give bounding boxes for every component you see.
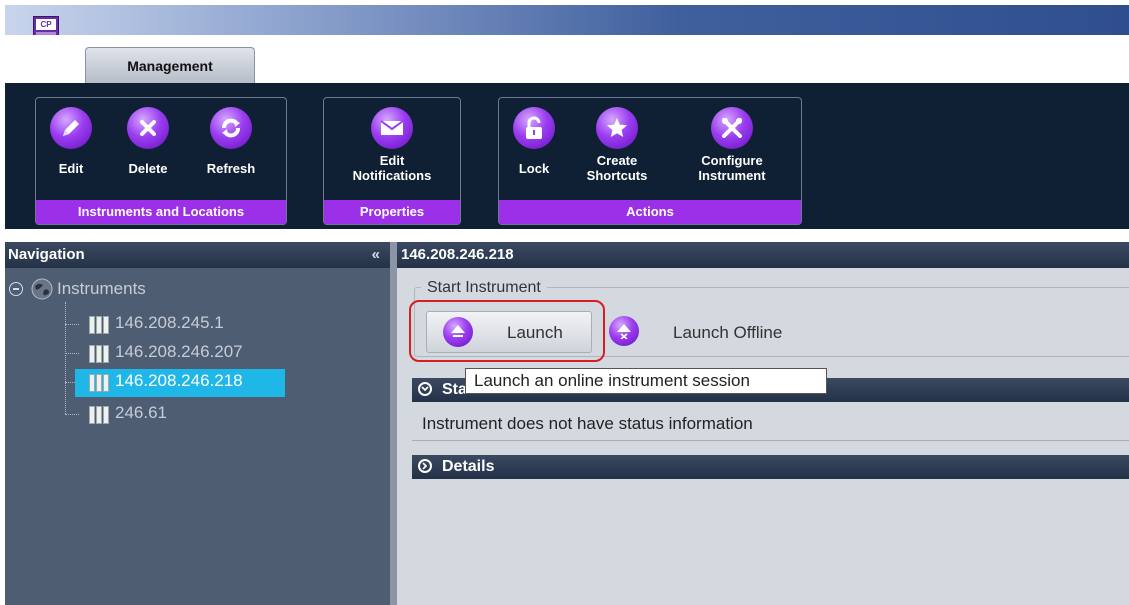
tree-collapse-icon[interactable] xyxy=(9,282,23,296)
tools-icon xyxy=(711,107,753,149)
globe-icon xyxy=(31,278,53,300)
title-bar xyxy=(5,5,1129,35)
navigation-panel: Navigation « Instruments 146.208.245.1 1… xyxy=(5,242,390,605)
instrument-icon xyxy=(89,315,111,335)
tree-item[interactable]: 146.208.245.1 xyxy=(81,312,281,338)
edit-button[interactable]: Edit xyxy=(36,102,106,194)
tree-item-label: 246.61 xyxy=(115,403,167,422)
tab-management[interactable]: Management xyxy=(85,47,255,83)
instrument-icon xyxy=(89,373,111,393)
ribbon: Edit Delete Refresh Instruments and Loca… xyxy=(5,83,1129,229)
expand-arrow-icon xyxy=(418,459,432,473)
start-instrument-legend: Start Instrument xyxy=(421,279,547,297)
edit-label: Edit xyxy=(58,161,84,176)
star-icon xyxy=(596,107,638,149)
group-title-actions: Actions xyxy=(499,200,801,224)
edit-notifications-button[interactable]: Edit Notifications xyxy=(327,102,457,194)
refresh-button[interactable]: Refresh xyxy=(196,102,266,194)
tree-item-selected[interactable]: 146.208.246.218 xyxy=(75,369,285,397)
instrument-title: 146.208.246.218 xyxy=(397,242,1129,268)
configure-instrument-button[interactable]: Configure Instrument xyxy=(677,102,787,194)
launch-tooltip: Launch an online instrument session xyxy=(465,368,827,394)
create-shortcuts-button[interactable]: Create Shortcuts xyxy=(577,102,657,194)
delete-label: Delete xyxy=(128,161,168,176)
ribbon-group-instruments-and-locations: Edit Delete Refresh Instruments and Loca… xyxy=(35,97,287,225)
tree-root-instruments[interactable]: Instruments xyxy=(57,279,146,299)
panel-splitter[interactable] xyxy=(390,242,397,605)
navigation-title: Navigation xyxy=(8,246,85,263)
collapse-arrow-icon xyxy=(418,382,432,396)
launch-offline-icon xyxy=(609,316,639,346)
create-shortcuts-label: Create Shortcuts xyxy=(586,153,648,183)
navigation-header: Navigation « xyxy=(5,242,390,268)
edit-notifications-label: Edit Notifications xyxy=(352,153,432,183)
collapse-icon[interactable]: « xyxy=(372,242,380,268)
tree-item-label: 146.208.246.218 xyxy=(115,371,243,390)
launch-offline-button[interactable]: Launch Offline xyxy=(609,316,819,350)
details-section-title: Details xyxy=(442,458,495,475)
logo-text: CP xyxy=(36,19,56,30)
tree-item[interactable]: 246.61 xyxy=(81,402,281,428)
lock-button[interactable]: Lock xyxy=(499,102,569,194)
ribbon-group-actions: Lock Create Shortcuts Configure Instrume… xyxy=(498,97,802,225)
tree-item[interactable]: 146.208.246.207 xyxy=(81,341,281,367)
lock-label: Lock xyxy=(518,161,550,176)
refresh-icon xyxy=(210,107,252,149)
pencil-icon xyxy=(50,107,92,149)
app-window: CP Management Edit Delete Refresh Instru… xyxy=(5,5,1129,605)
tree-item-label: 146.208.245.1 xyxy=(115,313,224,332)
configure-instrument-label: Configure Instrument xyxy=(698,153,766,183)
delete-button[interactable]: Delete xyxy=(113,102,183,194)
refresh-label: Refresh xyxy=(206,161,256,176)
lock-icon xyxy=(513,107,555,149)
tree-item-label: 146.208.246.207 xyxy=(115,342,243,361)
instrument-icon xyxy=(89,344,111,364)
instrument-detail-panel: 146.208.246.218 Start Instrument Launch … xyxy=(397,242,1129,605)
group-title-instruments-and-locations: Instruments and Locations xyxy=(36,200,286,224)
launch-offline-label: Launch Offline xyxy=(673,323,783,342)
launch-highlight xyxy=(409,300,605,362)
x-icon xyxy=(127,107,169,149)
group-title-properties: Properties xyxy=(324,200,460,224)
details-section-header[interactable]: Details xyxy=(412,455,1129,479)
envelope-icon xyxy=(371,107,413,149)
instrument-icon xyxy=(89,405,111,425)
ribbon-group-properties: Edit Notifications Properties xyxy=(323,97,461,225)
tab-bar: Management xyxy=(5,35,1129,83)
status-message: Instrument does not have status informat… xyxy=(422,414,753,433)
